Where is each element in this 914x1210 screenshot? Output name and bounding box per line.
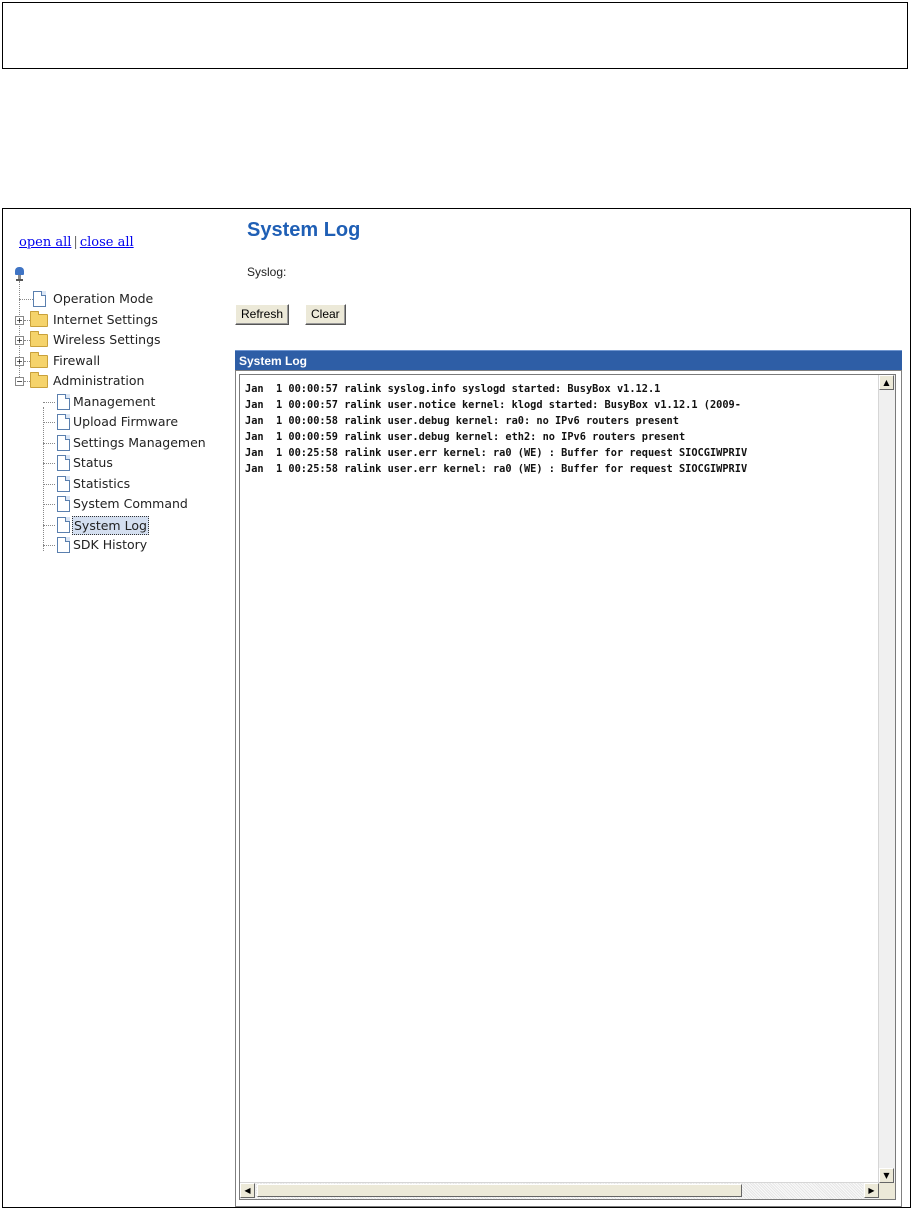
page-icon xyxy=(57,414,70,430)
tree-trunk-line xyxy=(19,281,20,385)
folder-icon xyxy=(30,310,48,327)
log-line: Jan 1 00:00:58 ralink user.debug kernel:… xyxy=(245,415,679,427)
tree-item-label[interactable]: Statistics xyxy=(73,474,130,494)
scrollbar-corner xyxy=(879,1183,895,1199)
scroll-left-arrow-icon[interactable]: ◀ xyxy=(240,1183,255,1198)
vertical-scrollbar[interactable]: ▲ ▼ xyxy=(878,375,895,1183)
tree-item-label[interactable]: Firewall xyxy=(53,351,100,371)
minus-expander-icon[interactable]: − xyxy=(15,377,24,386)
page-icon xyxy=(57,434,70,451)
horizontal-scrollbar[interactable]: ◀ ▶ xyxy=(240,1182,879,1199)
refresh-button[interactable]: Refresh xyxy=(235,304,290,325)
scroll-up-arrow-icon[interactable]: ▲ xyxy=(879,375,894,390)
folder-open-icon xyxy=(30,372,48,388)
plus-expander-icon[interactable]: + xyxy=(15,336,24,345)
page-title: System Log xyxy=(247,219,361,241)
page-icon xyxy=(57,516,70,533)
system-log-panel: Jan 1 00:00:57 ralink syslog.info syslog… xyxy=(235,370,902,1207)
tree-item-label[interactable]: SDK History xyxy=(73,535,147,555)
nav-separator: | xyxy=(73,235,78,250)
network-computer-icon xyxy=(15,267,24,281)
tree-item-label[interactable]: Settings Managemen xyxy=(73,433,206,453)
top-blank-box xyxy=(2,2,908,69)
syslog-label: Syslog: xyxy=(247,265,287,279)
scroll-right-arrow-icon[interactable]: ▶ xyxy=(864,1183,879,1198)
folder-icon xyxy=(30,331,48,347)
tree-item-label[interactable]: Operation Mode xyxy=(53,289,153,309)
scroll-down-arrow-icon[interactable]: ▼ xyxy=(879,1168,894,1183)
folder-icon xyxy=(30,351,48,368)
tree-item-label[interactable]: System Command xyxy=(73,494,188,514)
log-line: Jan 1 00:25:58 ralink user.err kernel: r… xyxy=(245,463,748,475)
tree-item-label[interactable]: Management xyxy=(73,392,155,412)
syslog-textarea[interactable]: Jan 1 00:00:57 ralink syslog.info syslog… xyxy=(239,374,896,1200)
tree-item-label-selected[interactable]: System Log xyxy=(72,515,149,535)
page-icon xyxy=(57,537,70,553)
tree-item-label[interactable]: Status xyxy=(73,453,113,473)
log-line: Jan 1 00:00:57 ralink syslog.info syslog… xyxy=(245,383,661,395)
plus-expander-icon[interactable]: + xyxy=(15,315,24,325)
tree-controls: open all | close all xyxy=(19,235,134,250)
clear-button[interactable]: Clear xyxy=(305,304,346,325)
tree-item-label[interactable]: Internet Settings xyxy=(53,310,158,330)
plus-expander-icon[interactable]: + xyxy=(15,356,24,366)
open-all-link[interactable]: open all xyxy=(19,235,71,250)
horizontal-scroll-thumb[interactable] xyxy=(257,1184,742,1197)
main-content: System Log Syslog: Refresh Clear System … xyxy=(233,209,910,1207)
log-line: Jan 1 00:00:59 ralink user.debug kernel:… xyxy=(245,431,686,443)
left-navigation: open all | close all Operation Mode + Inte… xyxy=(3,209,225,1207)
page-icon xyxy=(33,291,46,307)
page-icon xyxy=(57,393,70,410)
page-icon xyxy=(57,455,70,471)
system-log-panel-header: System Log xyxy=(235,350,902,370)
page-icon xyxy=(57,496,70,512)
tree-item-label[interactable]: Wireless Settings xyxy=(53,330,161,350)
log-line: Jan 1 00:00:57 ralink user.notice kernel… xyxy=(245,399,741,411)
page-icon xyxy=(57,475,70,492)
tree-item-label[interactable]: Upload Firmware xyxy=(73,412,178,432)
close-all-link[interactable]: close all xyxy=(80,235,134,250)
router-admin-frame: open all | close all Operation Mode + Inte… xyxy=(2,208,911,1208)
log-line: Jan 1 00:25:58 ralink user.err kernel: r… xyxy=(245,447,748,459)
admin-children-line xyxy=(43,407,44,551)
tree-item-label[interactable]: Administration xyxy=(53,371,144,391)
syslog-content: Jan 1 00:00:57 ralink syslog.info syslog… xyxy=(245,381,885,477)
